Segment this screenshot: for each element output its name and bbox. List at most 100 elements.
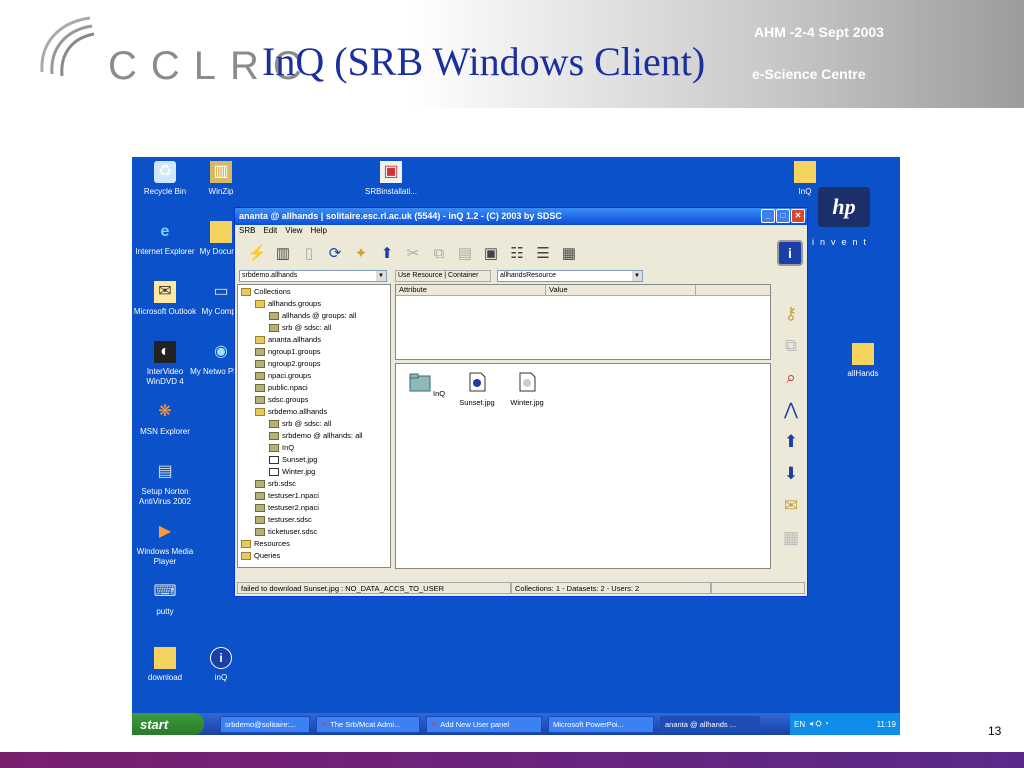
task-add-new-user[interactable]: ✕ Add New User panel [426,715,542,733]
desktop-icon-winzip[interactable]: ▥ WinZip [188,161,254,197]
tree-node[interactable]: srb @ sdsc: all [239,418,389,430]
language-indicator[interactable]: EN [794,720,805,729]
attribute-column-header[interactable]: Attribute [396,285,546,295]
close-collection-icon[interactable]: ▯ [299,243,319,263]
up-arrow-icon[interactable]: ⬆ [377,243,397,263]
copy-pages-icon[interactable]: ⧉ [779,332,803,360]
collection-folder-icon [255,492,265,500]
task-powerpoint[interactable]: Microsoft PowerPoi... [548,715,654,733]
small-icons-icon[interactable]: ☷ [507,243,527,263]
tree-node-label: srb.sdsc [268,479,296,488]
paste-icon[interactable]: ▤ [455,243,475,263]
tree-node[interactable]: testuser2.npaci [239,502,389,514]
task-srb-mcat-admin[interactable]: ✕ The Srb/Mcat Admi... [316,715,420,733]
collection-folder-icon [255,384,265,392]
tray-icons[interactable]: ◂ ⛭ ◔ [809,719,829,729]
key-icon[interactable]: ⚷ [779,300,803,328]
copy-icon[interactable]: ⧉ [429,243,449,263]
open-folder-icon[interactable]: ✉ [779,492,803,520]
tree-node[interactable]: allhands.groups [239,298,389,310]
collection-folder-icon [255,408,265,416]
menu-srb[interactable]: SRB [239,226,255,236]
tree-node[interactable]: Winter.jpg [239,466,389,478]
tree-node[interactable]: Sunset.jpg [239,454,389,466]
connect-icon[interactable]: ⚡ [247,243,267,263]
refresh-icon[interactable]: ⟳ [325,243,345,263]
tree-node-label: ngroup2.groups [268,359,321,368]
menu-edit[interactable]: Edit [263,226,277,236]
query-icon[interactable]: ⌕ [779,364,803,392]
tree-node[interactable]: public.npaci [239,382,389,394]
msn-icon: ❋ [158,403,172,420]
about-info-icon[interactable]: i [777,240,803,266]
tree-node[interactable]: Resources [239,538,389,550]
tree-node[interactable]: srbdemo @ allhands: all [239,430,389,442]
tree-node-label: srbdemo.allhands [268,407,328,416]
tree-node[interactable]: ananta.allhands [239,334,389,346]
tree-node[interactable]: ngroup1.groups [239,346,389,358]
tree-node-label: srb @ sdsc: all [282,323,332,332]
collection-folder-icon [255,360,265,368]
collection-folder-icon [255,504,265,512]
tree-node[interactable]: testuser.sdsc [239,514,389,526]
taskbar: start srbdemo@solitaire:... ✕ The Srb/Mca… [132,713,900,735]
download-icon[interactable]: ⬇ [779,460,803,488]
desktop-icon-putty[interactable]: ⌨ putty [132,581,198,617]
tree-node[interactable]: InQ [239,442,389,454]
folder-icon [852,343,874,365]
desktop-icon-srbinstall[interactable]: ▣ SRBinstallati... [358,161,424,197]
toolbar: ⚡ ▥ ▯ ⟳ ✦ ⬆ ✂ ⧉ ▤ ▣ ☷ ☰ ▦ i [235,237,807,269]
file-item-winter[interactable]: Winter.jpg [502,372,552,407]
file-item-inq[interactable]: InQ [402,372,452,398]
tree-node[interactable]: srbdemo.allhands [239,406,389,418]
minimize-button[interactable]: _ [761,209,775,223]
task-inq[interactable]: ananta @ allhands ... [660,715,760,733]
tree-node-label: npaci.groups [268,371,311,380]
large-icons-icon[interactable]: ▣ [481,243,501,263]
tree-node-label: testuser2.npaci [268,503,319,512]
collection-select[interactable]: srbdemo.allhands ▼ [239,270,387,282]
open-icon[interactable]: ▥ [273,243,293,263]
replicate-icon[interactable]: ⋀ [779,396,803,424]
cut-icon[interactable]: ✂ [403,243,423,263]
archive-icon[interactable]: ▦ [779,524,803,552]
chevron-down-icon[interactable]: ▼ [632,271,642,281]
tree-node[interactable]: testuser1.npaci [239,490,389,502]
tree-node[interactable]: allhands @ groups: all [239,310,389,322]
tree-node[interactable]: Collections [239,286,389,298]
start-button[interactable]: start [132,713,204,735]
tree-node[interactable]: ngroup2.groups [239,358,389,370]
use-resource-label: Use Resource | Container [395,270,491,282]
maximize-button[interactable]: □ [776,209,790,223]
desktop-icon-norton[interactable]: ▤ Setup Norton AntiVirus 2002 [132,461,198,507]
desktop-icon-media-player[interactable]: ▶ Windows Media Player [132,521,198,567]
chevron-down-icon[interactable]: ▼ [376,271,386,281]
menu-view[interactable]: View [285,226,302,236]
tree-node[interactable]: srb.sdsc [239,478,389,490]
desktop-icon-msn[interactable]: ❋ MSN Explorer [132,401,198,437]
tree-node[interactable]: Queries [239,550,389,562]
hp-logo: hp [818,187,870,227]
recycle-bin-icon: ♻ [154,161,176,183]
upload-icon[interactable]: ⬆ [779,428,803,456]
close-button[interactable]: ✕ [791,209,805,223]
details-view-icon[interactable]: ▦ [559,243,579,263]
tree-node[interactable]: srb @ sdsc: all [239,322,389,334]
tree-node-label: Queries [254,551,281,560]
root-node-icon [241,288,251,296]
explore-icon[interactable]: ✦ [351,243,371,263]
tree-node[interactable]: ticketuser.sdsc [239,526,389,538]
info-icon: i [210,647,232,669]
desktop-icon-allhands[interactable]: allHands [830,343,896,379]
resource-select[interactable]: allhandsResource ▼ [497,270,643,282]
tree-node-label: public.npaci [268,383,308,392]
tree-node[interactable]: sdsc.groups [239,394,389,406]
value-column-header[interactable]: Value [546,285,696,295]
list-view-icon[interactable]: ☰ [533,243,553,263]
task-srbdemo[interactable]: srbdemo@solitaire:... [220,715,310,733]
menu-help[interactable]: Help [310,226,326,236]
file-item-sunset[interactable]: Sunset.jpg [452,372,502,407]
tree-node[interactable]: npaci.groups [239,370,389,382]
desktop-icon-inq[interactable]: i inQ [188,647,254,683]
window-titlebar[interactable]: ananta @ allhands | solitaire.esc.rl.ac.… [235,208,807,225]
